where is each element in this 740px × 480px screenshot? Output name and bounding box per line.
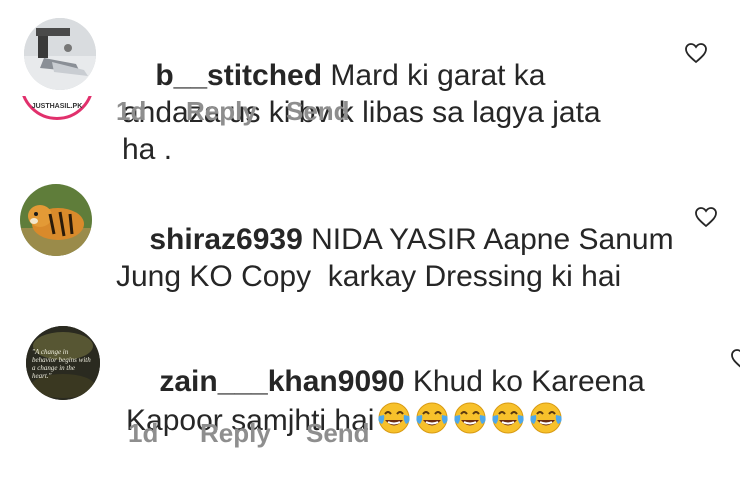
face-with-tears-of-joy-icon: [416, 402, 449, 434]
emoji-row: [376, 400, 564, 436]
face-with-tears-of-joy-icon: [454, 402, 487, 434]
comment-meta: 1d Reply Send: [116, 96, 350, 127]
send-button[interactable]: Send: [306, 418, 370, 449]
comment-time: 1d: [128, 418, 159, 448]
reply-button[interactable]: Reply: [200, 418, 306, 449]
comment-username[interactable]: shiraz6939: [149, 223, 302, 256]
avatar[interactable]: [24, 18, 96, 90]
heart-icon[interactable]: [684, 42, 708, 64]
comment-username[interactable]: b__stitched: [155, 59, 322, 92]
face-with-tears-of-joy-icon: [378, 402, 411, 434]
comment-time: 1d: [116, 96, 147, 126]
comment-item: JUSTHASIL.PK b__stitched Mard ki garat k…: [0, 0, 740, 166]
heart-icon[interactable]: [694, 206, 718, 228]
comment-username[interactable]: zain___khan9090: [159, 365, 404, 398]
send-button[interactable]: Send: [286, 96, 350, 127]
face-with-tears-of-joy-icon: [492, 402, 525, 434]
heart-icon[interactable]: [730, 348, 740, 370]
avatar[interactable]: [20, 184, 92, 256]
face-with-tears-of-joy-icon: [530, 402, 563, 434]
comment-meta: 1d Reply Send: [128, 418, 370, 449]
comment-item: "A change in behavior begins with a chan…: [0, 310, 740, 480]
badge-avatar[interactable]: JUSTHASIL.PK: [18, 96, 98, 122]
comment-item: shiraz6939 NIDA YASIR Aapne Sanum Jung K…: [0, 170, 740, 293]
tiger-icon: [20, 184, 92, 256]
avatar-quote: "A change in behavior begins with a chan…: [32, 348, 91, 380]
reply-button[interactable]: Reply: [186, 96, 286, 127]
badge-label: JUSTHASIL.PK: [31, 103, 83, 110]
comment-text: zain___khan9090 Khud ko Kareena Kapoor s…: [126, 326, 646, 476]
sewing-machine-icon: [24, 18, 96, 90]
avatar[interactable]: "A change in behavior begins with a chan…: [26, 326, 100, 400]
